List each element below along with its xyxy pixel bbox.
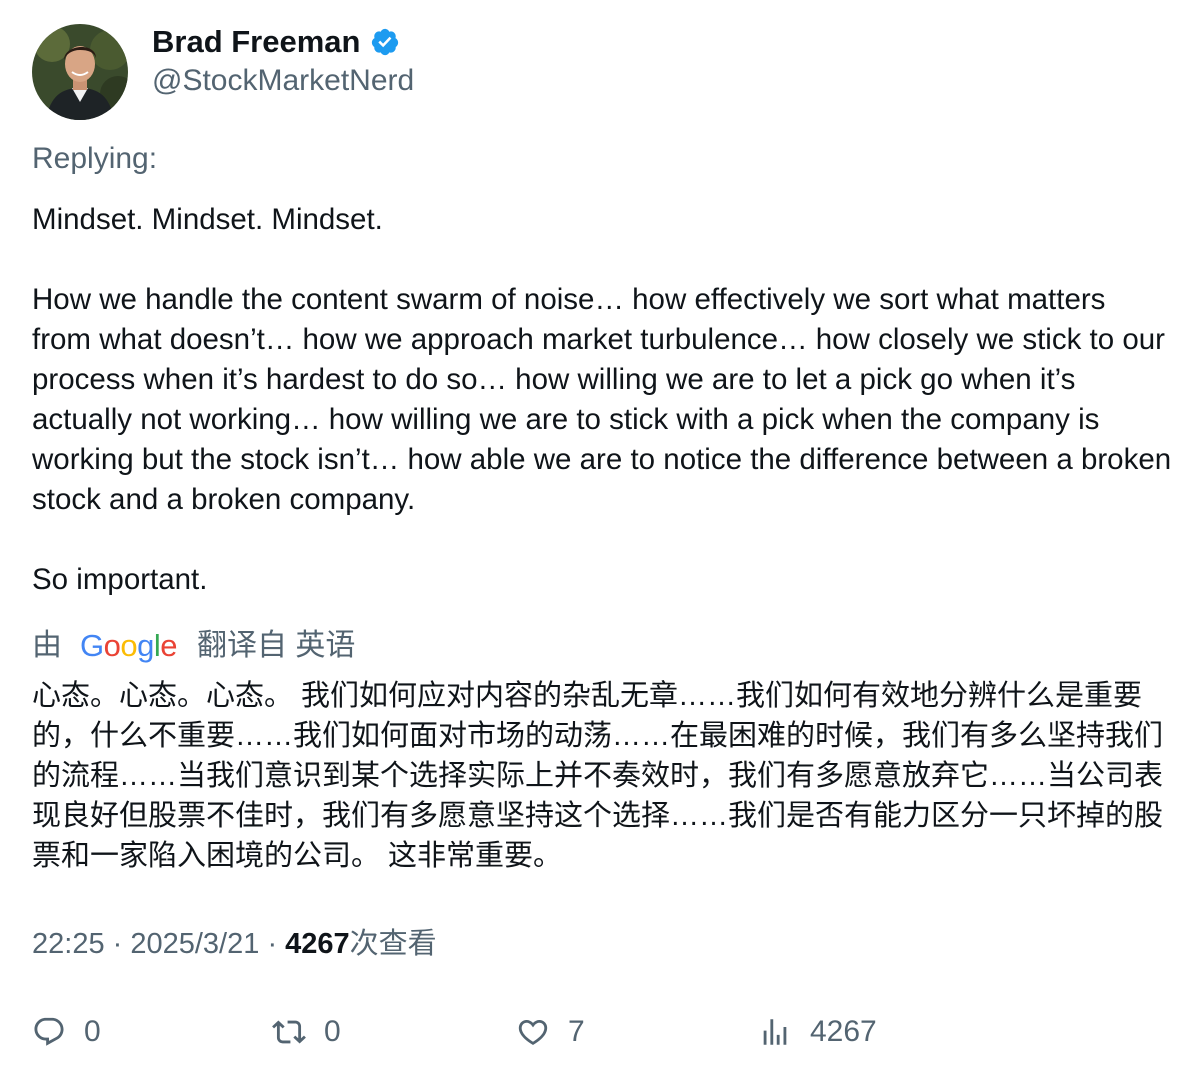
profile-photo-icon <box>32 24 128 120</box>
author-name-row: Brad Freeman <box>152 22 400 62</box>
reply-icon <box>34 1017 64 1046</box>
avatar[interactable] <box>32 24 128 120</box>
heart-icon <box>518 1019 548 1045</box>
retweet-button[interactable]: 0 <box>272 1010 341 1054</box>
action-bar: 0 0 7 4267 <box>0 1010 1196 1054</box>
views-button[interactable]: 4267 <box>758 1010 877 1054</box>
retweet-count: 0 <box>324 1015 341 1048</box>
translated-from-label[interactable]: 翻译自 英语 <box>197 626 355 666</box>
replying-label: Replying: <box>32 142 158 175</box>
translation-attribution: 由 Google 翻译自 英语 <box>32 626 355 666</box>
tweet-body: Mindset. Mindset. Mindset. How we handle… <box>32 200 1172 600</box>
views-label: 次查看 <box>349 928 437 960</box>
views-action-count: 4267 <box>810 1015 877 1048</box>
tweet-paragraph: So important. <box>32 563 208 596</box>
author-name[interactable]: Brad Freeman <box>152 22 360 62</box>
tweet-paragraph: Mindset. Mindset. Mindset. <box>32 203 383 236</box>
meta-separator: · <box>267 928 286 960</box>
verified-badge-icon <box>370 27 400 57</box>
translated-text: 心态。心态。心态。 我们如何应对内容的杂乱无章……我们如何有效地分辨什么是重要的… <box>32 680 1164 872</box>
tweet-paragraph: How we handle the content swarm of noise… <box>32 283 1172 516</box>
google-logo-icon: Google <box>80 628 178 663</box>
author-handle[interactable]: @StockMarketNerd <box>152 62 414 100</box>
reply-button[interactable]: 0 <box>32 1010 101 1054</box>
meta-separator: · <box>112 928 131 960</box>
tweet-date[interactable]: 2025/3/21 <box>130 928 259 960</box>
like-button[interactable]: 7 <box>516 1010 585 1054</box>
tweet-meta: 22:25 · 2025/3/21 · 4267次查看 <box>32 924 437 964</box>
retweet-icon <box>272 1020 306 1044</box>
translated-by-label: 由 <box>32 629 62 662</box>
reply-count: 0 <box>84 1015 101 1048</box>
views-count: 4267 <box>285 928 350 960</box>
tweet-time[interactable]: 22:25 <box>32 928 105 960</box>
like-count: 7 <box>568 1015 585 1048</box>
analytics-icon <box>763 1019 787 1045</box>
